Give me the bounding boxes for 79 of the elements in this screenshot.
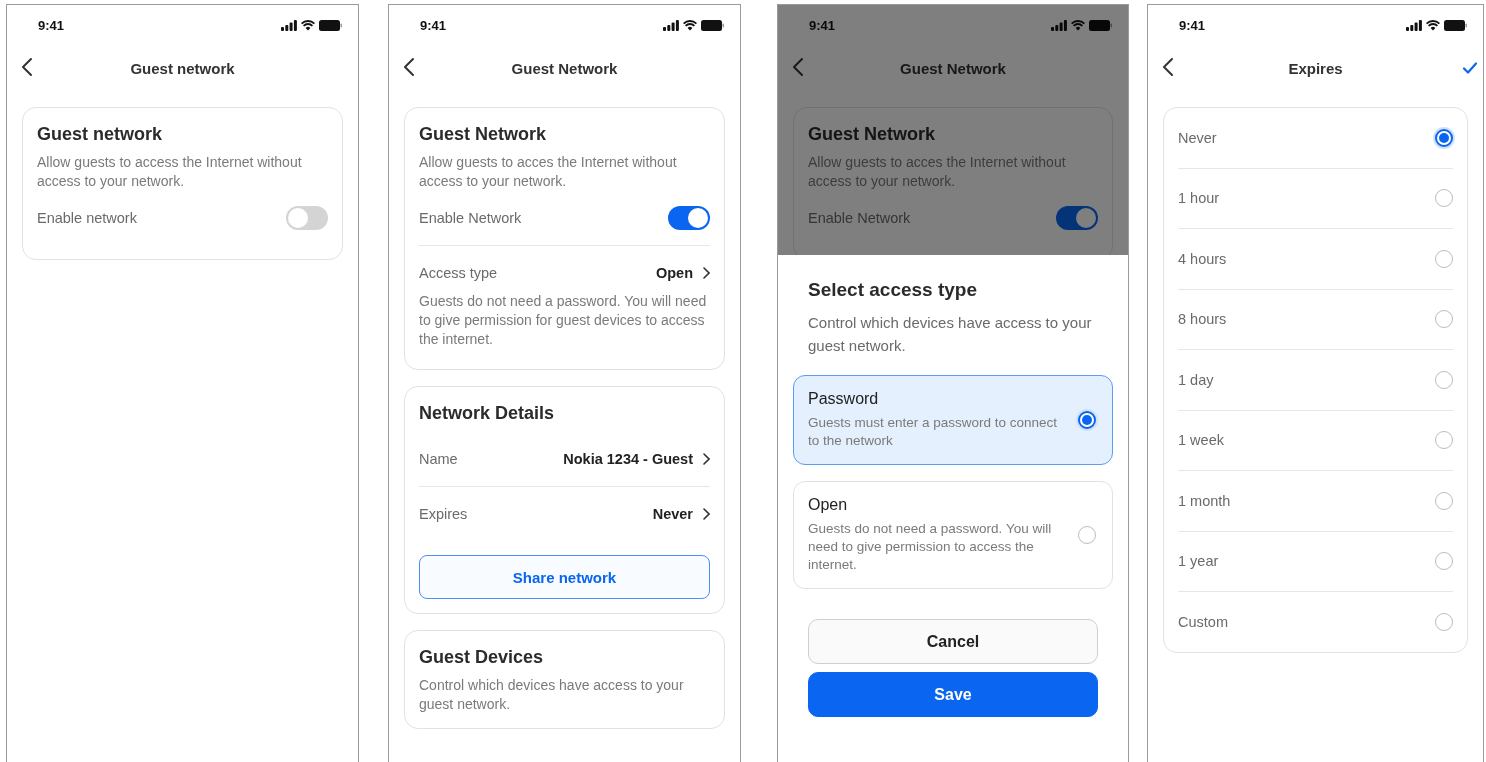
signal-icon [663, 19, 679, 31]
setting-value-link[interactable]: Nokia 1234 - Guest [563, 451, 710, 467]
option-label: 1 hour [1178, 190, 1220, 207]
status-time: 9:41 [1179, 17, 1206, 33]
back-button[interactable] [21, 57, 35, 79]
radio-button[interactable] [1435, 189, 1453, 208]
chevron-right-icon [703, 508, 710, 520]
option-title: Open [808, 496, 849, 514]
signal-icon [281, 19, 297, 31]
wifi-icon [1071, 19, 1085, 31]
radio-button[interactable] [1435, 249, 1453, 268]
option-label: Never [1178, 129, 1217, 146]
card-title: Guest Network [808, 124, 937, 145]
option-description: Guests do not need a password. You will need to give permission to access the internet. [808, 520, 1053, 574]
radio-button[interactable] [1435, 310, 1453, 329]
setting-label: Name [419, 451, 458, 467]
status-time: 9:41 [809, 17, 836, 33]
card-description: Allow guests to acces the Internet without access to your network. [808, 153, 1067, 191]
card-description: Control which devices have access to your guest network. [419, 676, 685, 714]
setting-value-link[interactable]: Never [652, 506, 710, 522]
toggle-switch[interactable] [1056, 206, 1098, 230]
setting-label: Expires [419, 506, 468, 522]
card-title: Guest Network [419, 124, 548, 145]
wifi-icon [683, 19, 697, 31]
battery-icon [1444, 19, 1467, 31]
setting-label: Access type [419, 265, 498, 281]
screen-title: Expires [1287, 59, 1344, 77]
option-label: 1 day [1178, 371, 1214, 388]
sheet-title: Select access type [808, 279, 978, 301]
setting-note: Guests do not need a password. You will need to give permission for guest devices to access the internet. [419, 292, 708, 349]
chevron-right-icon [703, 453, 710, 465]
card-title: Guest network [37, 124, 164, 145]
radio-button[interactable] [1435, 612, 1453, 631]
sheet-description: Control which devices have access to your guest network. [808, 313, 1093, 356]
radio-button[interactable] [1435, 128, 1453, 147]
wifi-icon [1426, 19, 1440, 31]
option-label: 1 year [1178, 553, 1219, 570]
screen-title: Guest network [129, 59, 236, 77]
signal-icon [1406, 19, 1422, 31]
wifi-icon [301, 19, 315, 31]
cancel-button[interactable]: Cancel [808, 619, 1098, 664]
setting-label: Enable network [37, 210, 137, 226]
card-description: Allow guests to access the Internet without access to your network. [37, 153, 303, 191]
screen-title: Guest Network [510, 59, 619, 77]
card-title: Network Details [419, 403, 556, 424]
radio-button [1078, 526, 1096, 544]
status-time: 9:41 [420, 17, 447, 33]
setting-label: Enable Network [808, 210, 911, 226]
toggle-switch[interactable] [668, 206, 710, 230]
radio-button[interactable] [1435, 552, 1453, 571]
toggle-switch[interactable] [286, 206, 328, 230]
status-time: 9:41 [38, 17, 65, 33]
battery-icon [1089, 19, 1112, 31]
back-button[interactable] [1162, 57, 1176, 79]
save-button[interactable]: Save [808, 672, 1098, 717]
option-label: 1 month [1178, 492, 1231, 509]
option-description: Guests must enter a password to connect to the network [808, 414, 1059, 450]
option-label: 8 hours [1178, 311, 1227, 328]
screen-title: Guest Network [899, 59, 1007, 77]
back-button[interactable] [403, 57, 417, 79]
option-label: 1 week [1178, 432, 1224, 449]
setting-label: Enable Network [419, 210, 522, 226]
battery-icon [701, 19, 724, 31]
card-title: Guest Devices [419, 647, 545, 668]
option-label: Custom [1178, 613, 1228, 630]
option-label: 4 hours [1178, 250, 1227, 267]
radio-button[interactable] [1435, 491, 1453, 510]
option-title: Password [808, 390, 880, 408]
setting-value-link[interactable]: Open [655, 265, 710, 281]
battery-icon [319, 19, 342, 31]
radio-button[interactable] [1435, 431, 1453, 450]
chevron-right-icon [703, 267, 710, 279]
access-type-option[interactable]: Password Guests must enter a password to connect to the network [793, 375, 1113, 465]
radio-button [1078, 411, 1096, 429]
access-type-option[interactable]: Open Guests do not need a password. You will need to give permission to access the internet. [793, 481, 1113, 589]
radio-button[interactable] [1435, 370, 1453, 389]
card-description: Allow guests to acces the Internet without access to your network. [419, 153, 678, 191]
signal-icon [1051, 19, 1067, 31]
share-network-button[interactable]: Share network [419, 555, 710, 599]
